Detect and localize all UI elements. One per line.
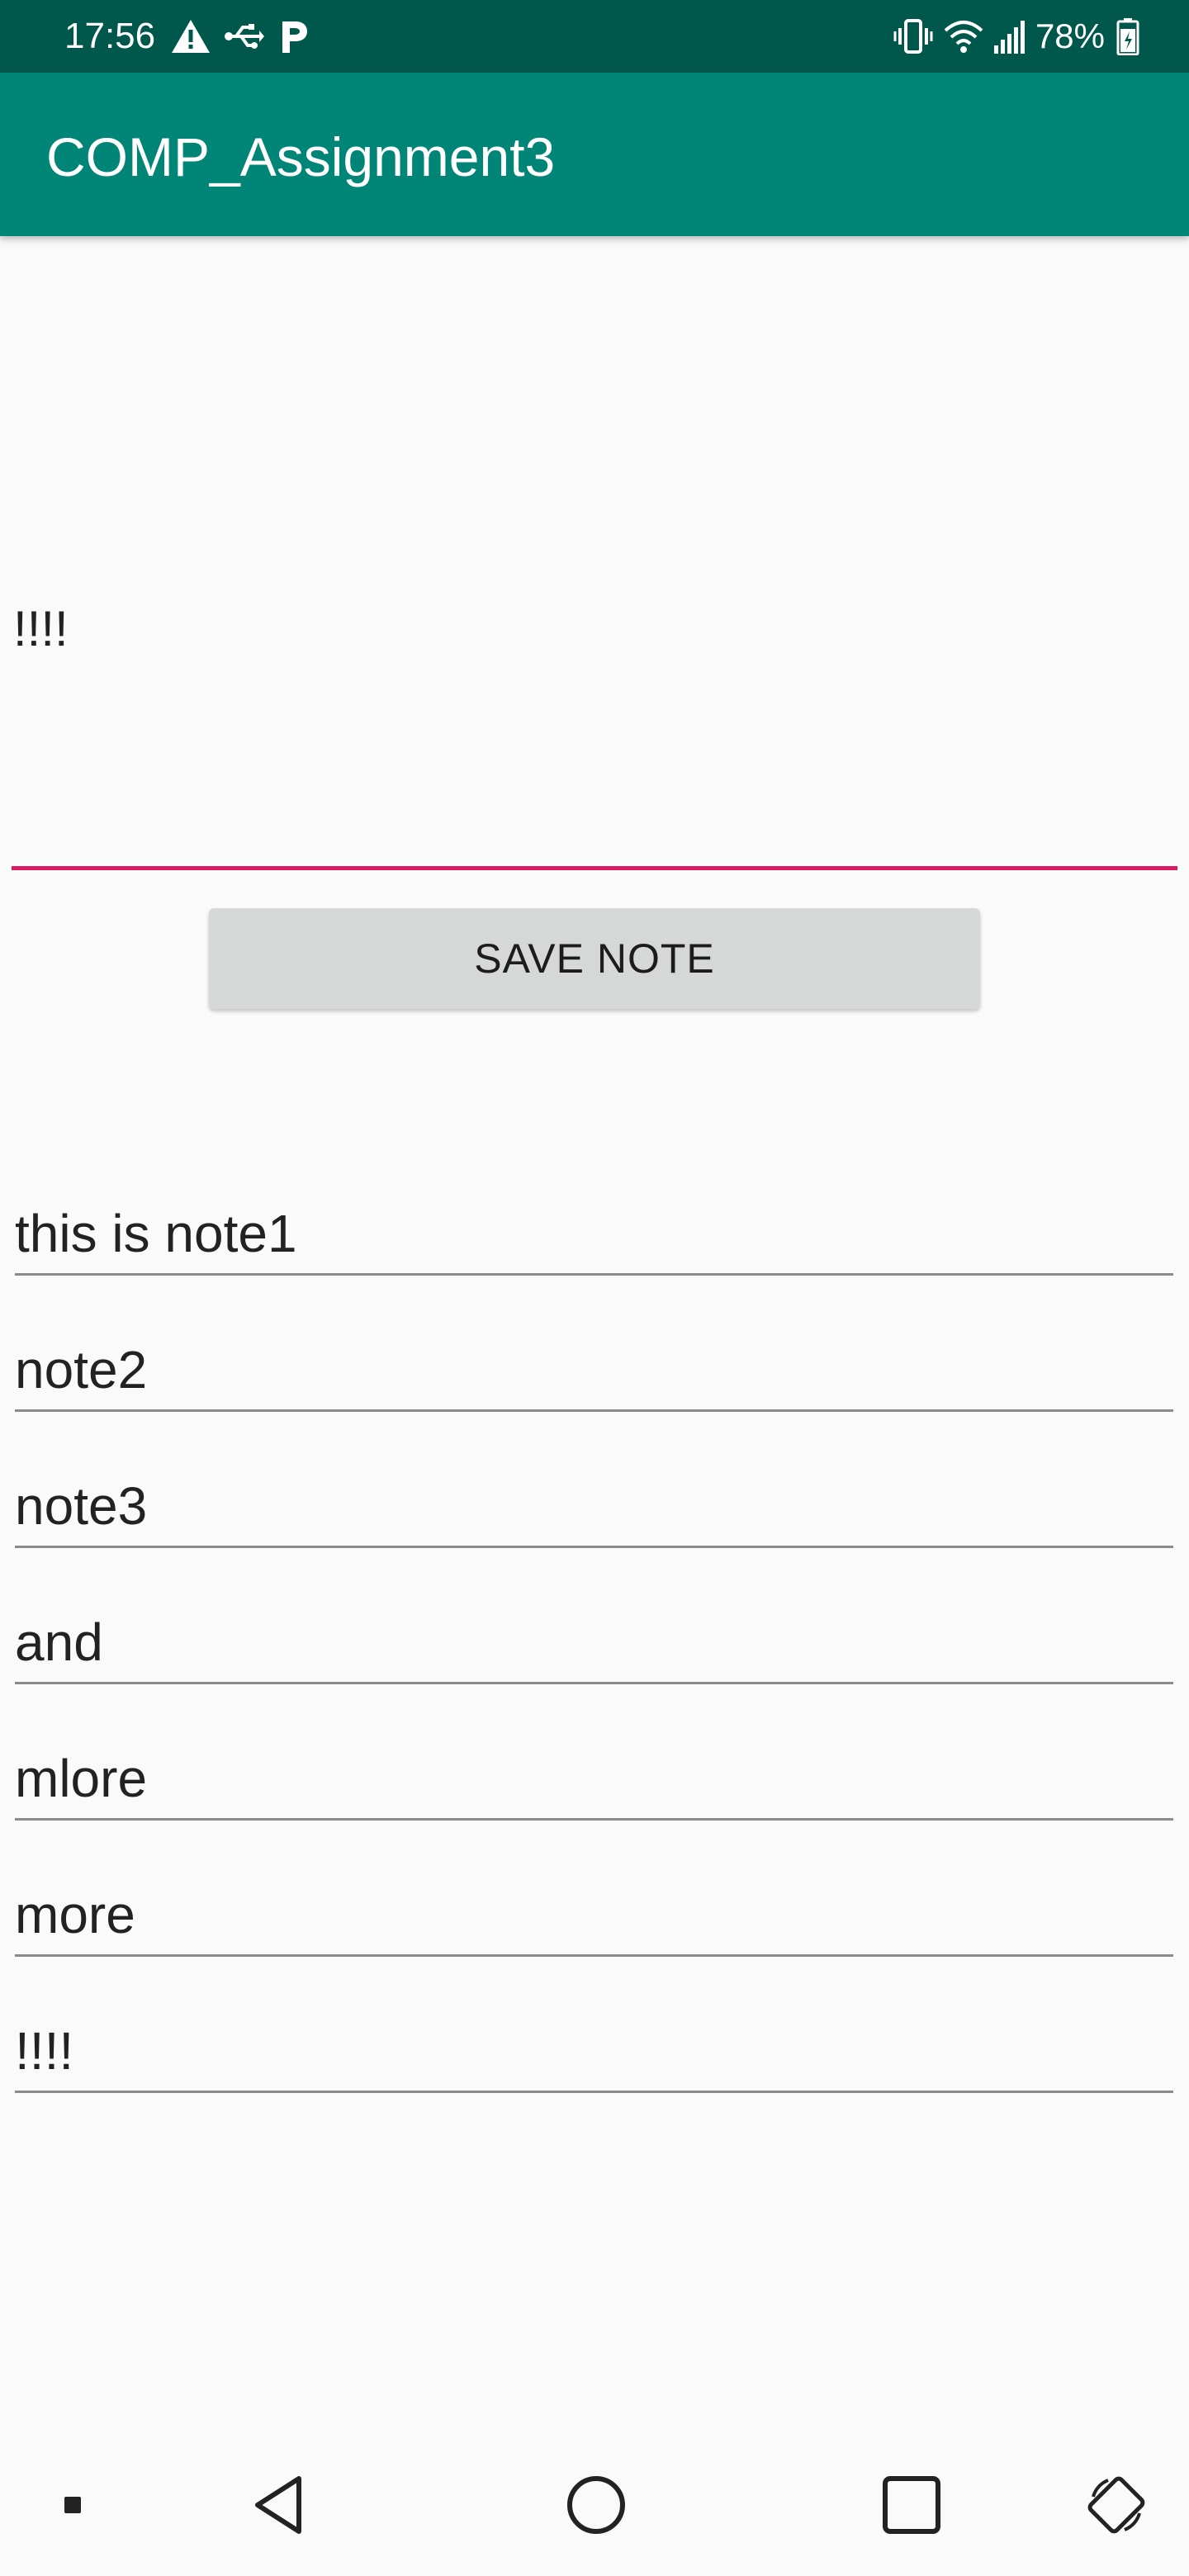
status-bar: 17:56 78%	[0, 0, 1189, 73]
note-item[interactable]: this is note1	[15, 1139, 1173, 1276]
back-icon[interactable]	[248, 2472, 314, 2538]
app-title: COMP_Assignment3	[46, 126, 556, 187]
status-left-icons	[170, 17, 309, 56]
note-input[interactable]: !!!!	[12, 236, 1177, 870]
note-item-text: !!!!	[15, 2021, 74, 2081]
status-right-icons: 78%	[893, 15, 1139, 58]
app-bar: COMP_Assignment3	[0, 73, 1189, 236]
rotate-icon[interactable]	[1083, 2472, 1149, 2538]
note-input-value: !!!!	[13, 601, 69, 656]
notes-list: this is note1 note2 note3 and mlore more…	[15, 1139, 1173, 2093]
note-item-text: note3	[15, 1476, 148, 1536]
signal-icon	[992, 19, 1029, 54]
note-item[interactable]: !!!!	[15, 1957, 1173, 2093]
note-item-text: mlore	[15, 1749, 148, 1808]
vibrate-icon	[893, 18, 933, 54]
note-item-text: and	[15, 1612, 103, 1672]
note-item-text: more	[15, 1885, 135, 1944]
note-item[interactable]: note2	[15, 1276, 1173, 1412]
battery-icon	[1116, 17, 1139, 55]
status-time: 17:56	[64, 16, 156, 56]
note-item[interactable]: more	[15, 1821, 1173, 1957]
save-note-button[interactable]: SAVE NOTE	[209, 908, 980, 1009]
note-item-text: note2	[15, 1340, 148, 1399]
note-item[interactable]: mlore	[15, 1684, 1173, 1821]
note-item[interactable]: and	[15, 1548, 1173, 1684]
dot-icon[interactable]	[56, 2488, 89, 2522]
home-icon[interactable]	[563, 2472, 629, 2538]
warning-icon	[170, 18, 211, 54]
note-item-text: this is note1	[15, 1204, 297, 1263]
parking-icon	[279, 18, 309, 54]
recents-icon[interactable]	[879, 2472, 945, 2538]
usb-icon	[223, 20, 264, 53]
battery-percent: 78%	[1035, 17, 1105, 55]
navigation-bar	[0, 2444, 1189, 2576]
wifi-icon	[943, 19, 984, 54]
note-item[interactable]: note3	[15, 1412, 1173, 1548]
